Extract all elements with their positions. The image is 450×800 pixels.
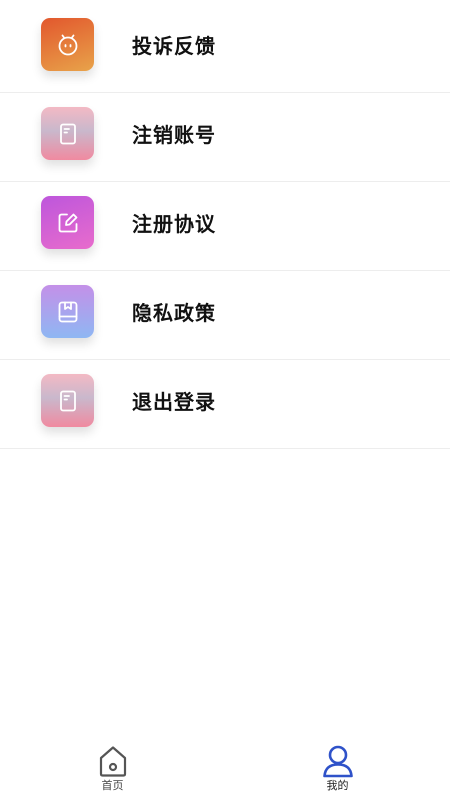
tab-home[interactable]: 首页 [0, 744, 225, 800]
menu-item-label: 退出登录 [132, 390, 216, 414]
menu-item-privacy-policy[interactable]: 隐私政策 [0, 271, 450, 360]
menu-item-label: 隐私政策 [132, 301, 216, 325]
edit-icon [41, 196, 94, 249]
menu-item-registration-agreement[interactable]: 注册协议 [0, 182, 450, 271]
bottom-tab-bar: 首页 我的 [0, 744, 450, 800]
settings-menu-list: 投诉反馈 注销账号 注册协议 隐私政策 退出登录 [0, 4, 450, 449]
profile-page: 投诉反馈 注销账号 注册协议 隐私政策 退出登录 首页 我的 [0, 0, 450, 800]
menu-item-label: 投诉反馈 [132, 34, 216, 58]
menu-item-cancel-account[interactable]: 注销账号 [0, 93, 450, 182]
document-icon [41, 107, 94, 160]
menu-item-label: 注册协议 [132, 212, 216, 236]
menu-item-logout[interactable]: 退出登录 [0, 360, 450, 449]
user-icon [322, 745, 353, 778]
menu-item-complaint-feedback[interactable]: 投诉反馈 [0, 4, 450, 93]
tab-label: 首页 [101, 779, 124, 792]
robot-face-icon [41, 18, 94, 71]
tab-profile[interactable]: 我的 [225, 744, 450, 800]
document-icon [41, 374, 94, 427]
home-icon [99, 746, 126, 777]
menu-item-label: 注销账号 [132, 123, 216, 147]
bookmark-book-icon [41, 285, 94, 338]
tab-label: 我的 [326, 779, 349, 792]
